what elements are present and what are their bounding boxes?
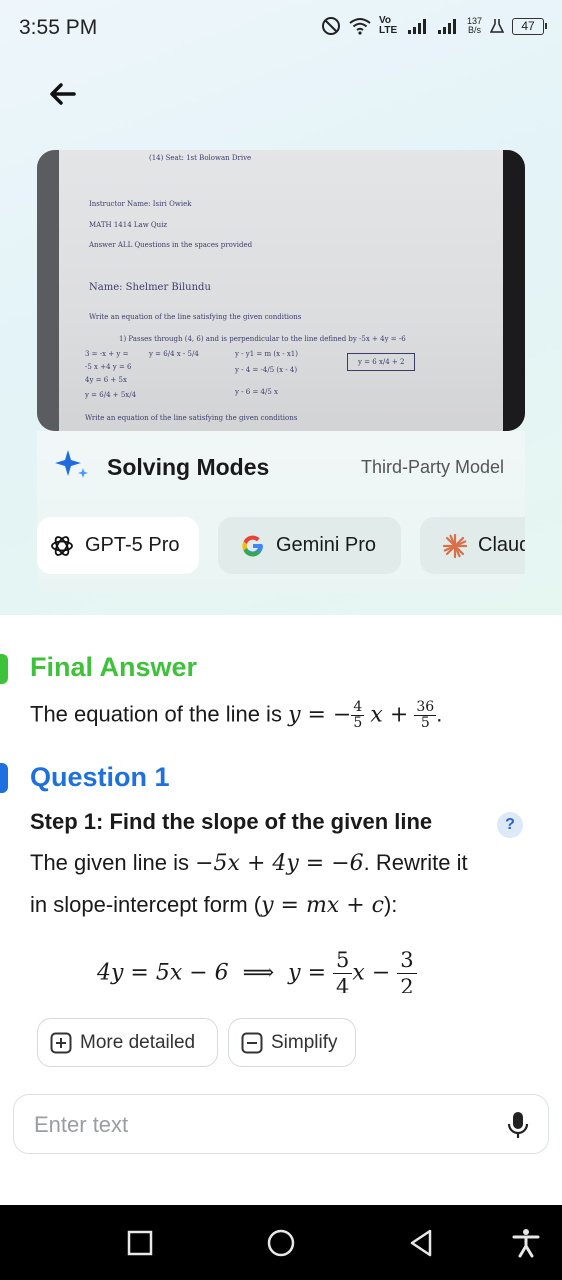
step-text-line-1: The given line is −5x + 4y = −6. Rewrite… (30, 850, 468, 876)
network-type: Vo LTE (378, 15, 398, 36)
model-chips: GPT-5 Pro Gemini Pro Claude (37, 517, 525, 574)
photo-background (37, 150, 59, 431)
system-nav-bar (0, 1205, 562, 1280)
step-text: ): (383, 892, 398, 917)
final-answer-lead: The equation of the line is (30, 701, 282, 727)
photo-scribble-1: 3 = -x + y = (85, 350, 129, 358)
final-answer-math-mid: x + (370, 702, 409, 728)
question-photo[interactable]: (14) Seat: 1st Bolowan Drive Instructor … (37, 150, 525, 431)
photo-line-5: Write an equation of the line satisfying… (89, 313, 302, 321)
claude-burst-icon (442, 533, 468, 558)
simplify-button[interactable]: Simplify (228, 1018, 356, 1067)
step-text: . Rewrite it (363, 850, 468, 875)
status-icons: Vo LTE 137 B/s 47 (321, 15, 547, 36)
net-speed: 137 B/s (467, 17, 482, 35)
frac-numerator: 4 (351, 699, 365, 716)
microphone-icon[interactable] (504, 1110, 532, 1140)
signal-icon (407, 19, 426, 34)
photo-scribble-6: y - y1 = m (x - x1) (235, 350, 298, 358)
google-g-icon (242, 535, 263, 556)
recent-apps-icon[interactable] (122, 1225, 158, 1261)
text-input[interactable] (32, 1109, 476, 1141)
step-math: −5x + 4y = −6 (195, 851, 364, 876)
openai-icon (51, 535, 73, 556)
final-answer-text: The equation of the line is y = −4 5 x + … (30, 700, 442, 731)
photo-scribble-2: -5 x +4 y = 6 (85, 363, 132, 371)
photo-line-1: Instructor Name: Isiri Owiek (89, 200, 192, 208)
step-title: Step 1: Find the slope of the given line (30, 809, 433, 834)
wifi-icon (349, 18, 371, 35)
frac-numerator: 3 (397, 947, 417, 974)
model-chip-label: Gemini Pro (276, 534, 377, 556)
minus-box-icon (241, 1032, 263, 1053)
back-arrow-icon[interactable] (44, 76, 80, 112)
photo-scribble-7: y - 4 = -4/5 (x - 4) (235, 366, 298, 374)
frac-numerator: 36 (414, 699, 437, 716)
worksheet-paper: (14) Seat: 1st Bolowan Drive Instructor … (59, 150, 511, 431)
final-answer-marker (0, 654, 8, 684)
final-answer-end: . (436, 701, 443, 727)
photo-header-note: (14) Seat: 1st Bolowan Drive (149, 154, 252, 162)
photo-edge (503, 150, 525, 431)
question-title: Question 1 (30, 762, 170, 792)
photo-scribble-5: y = 6/4 x - 5/4 (149, 350, 199, 358)
help-button[interactable]: ? (497, 812, 523, 838)
frac-numerator: 5 (333, 947, 353, 974)
plus-box-icon (50, 1032, 72, 1053)
chat-input-box (13, 1094, 549, 1154)
model-chip-label: GPT-5 Pro (85, 534, 180, 556)
final-answer-math-prefix: y = − (288, 702, 352, 728)
final-answer-title: Final Answer (30, 652, 198, 682)
display-math-left: 4y = 5x − 6 ⟹ y = (97, 960, 327, 986)
home-icon[interactable] (263, 1225, 299, 1261)
signal-icon-2 (437, 19, 456, 34)
photo-line-6: 1) Passes through (4, 6) and is perpendi… (119, 335, 406, 343)
step-math: y = mx + c (261, 893, 384, 918)
more-detailed-label: More detailed (80, 1031, 196, 1053)
model-chip-gemini-pro[interactable]: Gemini Pro (218, 517, 401, 574)
frac-denominator: 4 (336, 975, 350, 993)
simplify-label: Simplify (271, 1031, 338, 1053)
do-not-disturb-icon (321, 17, 340, 35)
photo-line-4: Name: Shelmer Bilundu (89, 282, 211, 293)
final-answer-frac-2: 36 5 (414, 699, 437, 731)
step-text-line-2: in slope-intercept form (y = mx + c): (30, 892, 397, 918)
status-time: 3:55 PM (19, 16, 98, 39)
frac-denominator: 2 (400, 975, 414, 993)
more-detailed-button[interactable]: More detailed (37, 1018, 218, 1067)
photo-line-7: Write an equation of the line satisfying… (85, 414, 298, 422)
step-text: in slope-intercept form ( (30, 892, 262, 917)
final-answer-frac-1: 45 (351, 699, 365, 731)
photo-scribble-8: y - 6 = 4/5 x (235, 388, 278, 396)
display-equation: 4y = 5x − 6 ⟹ y = 54x − 32 (97, 947, 417, 993)
sparkle-icon (55, 450, 88, 478)
photo-scribble-3: 4y = 6 + 5x (85, 376, 127, 384)
third-party-model-link[interactable]: Third-Party Model (361, 457, 504, 478)
step-text: The given line is (30, 850, 189, 875)
display-frac-1: 54 (333, 947, 353, 993)
status-bar: 3:55 PM Vo LTE 137 B/s 47 (0, 0, 562, 58)
photo-line-2: MATH 1414 Law Quiz (89, 221, 168, 229)
back-nav-icon[interactable] (404, 1225, 440, 1261)
accessibility-icon[interactable] (508, 1225, 544, 1261)
question-marker (0, 763, 8, 793)
model-chip-gpt5-pro[interactable]: GPT-5 Pro (37, 517, 199, 574)
solving-modes-title: Solving Modes (107, 454, 270, 480)
display-math-mid: x − (352, 960, 391, 986)
net-speed-unit: B/s (467, 25, 481, 35)
frac-denominator: 5 (420, 715, 430, 731)
model-chip-claude[interactable]: Claude (420, 517, 525, 574)
flask-icon (490, 19, 504, 33)
display-frac-2: 32 (397, 947, 417, 993)
battery-icon: 47 (512, 17, 547, 35)
photo-scribble-9: y = 6 x/4 + 2 (347, 353, 416, 371)
photo-line-3: Answer ALL Questions in the spaces provi… (89, 241, 253, 249)
photo-scribble-4: y = 6/4 + 5x/4 (85, 391, 137, 399)
model-chip-label: Claude (478, 534, 525, 556)
frac-denominator: 5 (353, 715, 363, 731)
